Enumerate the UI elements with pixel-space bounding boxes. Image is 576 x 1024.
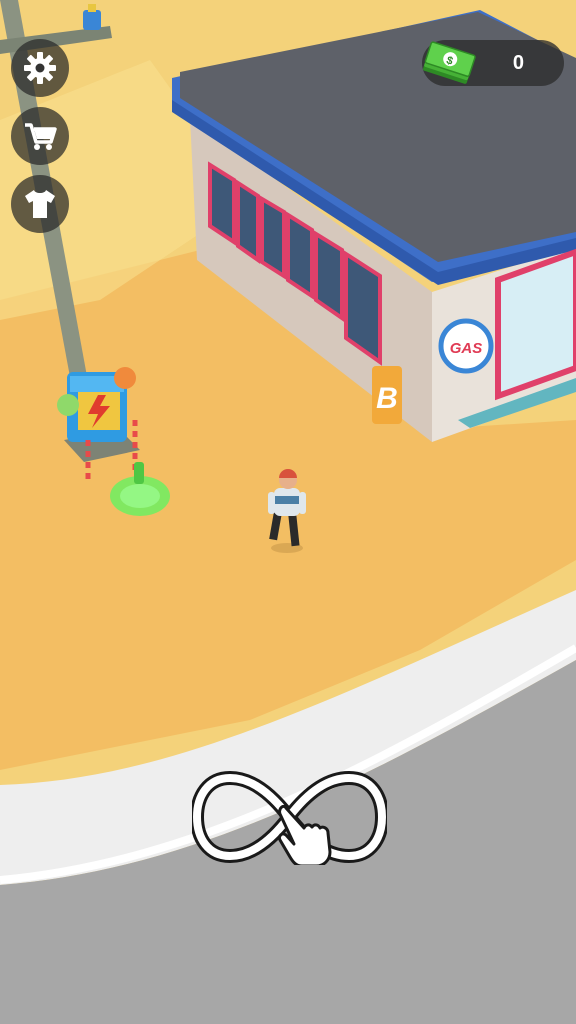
infinity-swipe-hand-icon xyxy=(192,770,387,865)
shopping-cart-icon xyxy=(25,123,57,150)
door-sign: B xyxy=(376,382,398,415)
gas-sign: GAS xyxy=(450,340,483,357)
shop-button[interactable] xyxy=(11,107,69,165)
tshirt-icon xyxy=(25,190,55,218)
money-value: 0 xyxy=(512,52,524,74)
money-counter: $ 0 xyxy=(422,40,564,86)
cash-stack-icon: $ xyxy=(423,41,476,84)
settings-button[interactable] xyxy=(11,39,69,97)
gear-icon xyxy=(24,52,56,84)
skins-button[interactable] xyxy=(11,175,69,233)
game-world[interactable]: B GAS xyxy=(0,0,576,1024)
hand-pointer xyxy=(278,804,332,865)
